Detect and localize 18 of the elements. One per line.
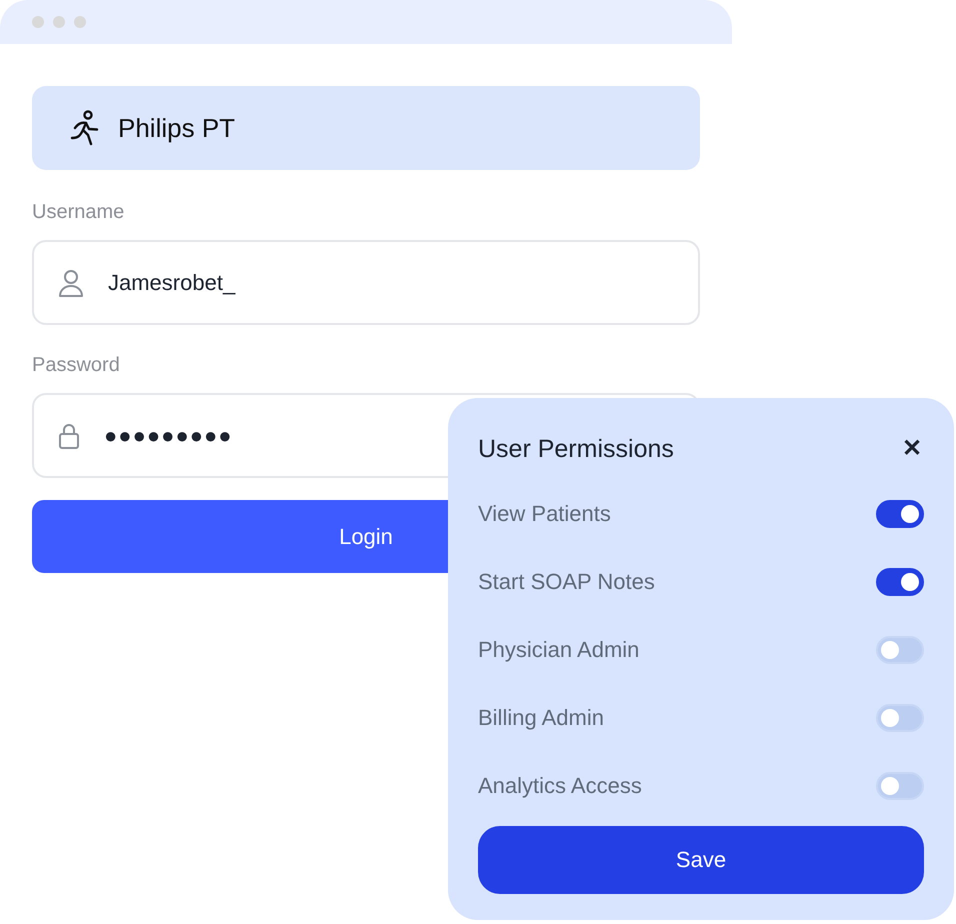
- username-field[interactable]: Jamesrobet_: [32, 240, 700, 325]
- field-label: Username: [32, 200, 126, 224]
- lock-icon: [58, 422, 80, 448]
- username-input[interactable]: Jamesrobet_: [108, 270, 508, 296]
- permission-label: View Patients: [478, 501, 611, 527]
- toggle-switch[interactable]: [876, 500, 924, 528]
- permission-label: Physician Admin: [478, 637, 640, 663]
- window-dot: [53, 16, 65, 28]
- permission-label: Analytics Access: [478, 773, 642, 799]
- save-button[interactable]: Save: [478, 826, 924, 894]
- user-icon: [58, 268, 84, 296]
- toggle-switch[interactable]: [876, 568, 924, 596]
- window-dot: [74, 16, 86, 28]
- window-dot: [32, 16, 44, 28]
- field-label: Password: [32, 353, 121, 377]
- permission-label: Billing Admin: [478, 705, 604, 731]
- panel-title: User Permissions: [478, 434, 674, 464]
- brand-name: Philips PT: [118, 112, 236, 144]
